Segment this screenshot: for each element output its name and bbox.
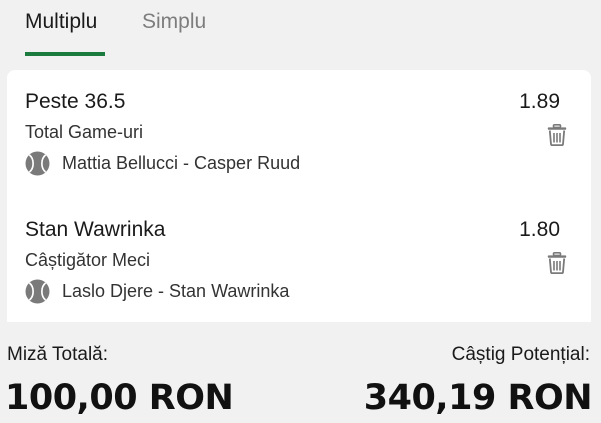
total-stake-label: Miză Totală: [7,344,109,365]
event-row: Laslo Djere - Stan Wawrinka [25,278,289,304]
bet-selection: Stan Wawrinka 1.80 Câștigător Meci Laslo… [7,218,591,328]
market-name: Total Game-uri [25,122,144,142]
selection-odds: 1.89 [519,90,560,113]
event-name: Mattia Bellucci - Casper Ruud [62,152,301,173]
bet-type-tabs: Multiplu Simplu [0,0,601,62]
tennis-ball-icon [25,279,50,303]
selection-name: Stan Wawrinka [25,218,166,241]
selection-name: Peste 36.5 [25,90,126,113]
bet-selection: Peste 36.5 1.89 Total Game-uri Mattia Be… [7,90,591,200]
event-row: Mattia Bellucci - Casper Ruud [25,150,300,176]
betslip-summary: Miză Totală: Câștig Potențial: 100,00 RO… [0,322,601,423]
betslip-card: Peste 36.5 1.89 Total Game-uri Mattia Be… [7,70,591,322]
tab-simplu[interactable]: Simplu [142,10,206,34]
tennis-ball-icon [25,151,50,175]
trash-icon[interactable] [547,252,567,274]
event-name: Laslo Djere - Stan Wawrinka [62,280,290,301]
selection-odds: 1.80 [519,218,560,241]
potential-win-label: Câștig Potențial: [451,344,590,365]
active-tab-indicator [25,52,105,56]
total-stake-value[interactable]: 100,00 RON [5,378,234,418]
potential-win-value: 340,19 RON [363,378,593,418]
market-name: Câștigător Meci [25,250,151,270]
trash-icon[interactable] [547,124,567,146]
tab-multiplu[interactable]: Multiplu [25,10,97,34]
